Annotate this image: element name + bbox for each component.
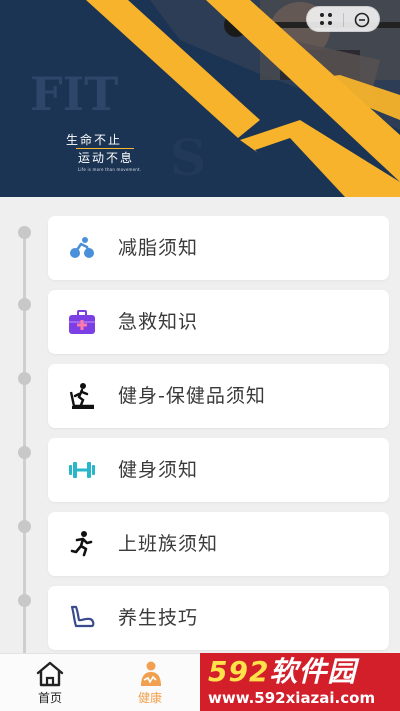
circle-close-icon[interactable] [354,12,370,28]
menu-card-label: 健身-保健品须知 [118,385,266,407]
menu-card-wellness[interactable]: 养生技巧 [48,586,389,650]
timeline-dot [18,226,31,239]
treadmill-icon [68,382,96,410]
first-aid-kit-icon [68,308,96,336]
tab-health[interactable]: 健康 [100,654,200,711]
menu-card-office-workers[interactable]: 上班族须知 [48,512,389,576]
more-dots-icon[interactable] [319,12,337,26]
banner: FIT S 生命不止 运动不息 Life is more than moveme… [0,0,400,197]
menu-card-label: 减脂须知 [118,237,199,259]
home-icon [35,660,65,688]
tab-label: 健康 [137,691,162,705]
dumbbell-icon [68,456,96,484]
watermark-url: www.592xiazai.com [208,689,376,707]
cycling-icon [68,234,96,262]
timeline-dot [18,298,31,311]
timeline-dot [18,520,31,533]
menu-card-label: 健身须知 [118,459,199,481]
timeline-dot [18,446,31,459]
watermark-brand: 592软件园 [208,655,357,688]
tab-label: 首页 [37,691,62,705]
menu-card-label: 养生技巧 [118,607,199,629]
svg-text:S: S [170,128,206,187]
timeline-dot [18,372,31,385]
menu-card-fat-loss[interactable]: 减脂须知 [48,216,389,280]
health-icon [135,660,165,688]
running-man-icon [68,530,96,558]
slogan-title: 生命不止 [66,133,123,147]
menu-card-supplements[interactable]: 健身-保健品须知 [48,364,389,428]
site-watermark: 592软件园 www.592xiazai.com [200,653,400,711]
menu-card-first-aid[interactable]: 急救知识 [48,290,389,354]
menu-card-fitness[interactable]: 健身须知 [48,438,389,502]
flexed-arm-icon [68,604,96,632]
slogan-subtitle: 运动不息 [75,148,141,165]
menu-card-label: 急救知识 [118,311,199,333]
menu-card-label: 上班族须知 [118,533,219,555]
capsule-divider [343,13,344,27]
miniprogram-capsule [306,6,380,32]
banner-slogan: 生命不止 运动不息 Life is more than movement. [66,133,141,172]
slogan-caption: Life is more than movement. [78,167,142,172]
tab-home[interactable]: 首页 [0,654,100,711]
timeline-dot [18,594,31,607]
svg-text:FIT: FIT [30,67,118,121]
